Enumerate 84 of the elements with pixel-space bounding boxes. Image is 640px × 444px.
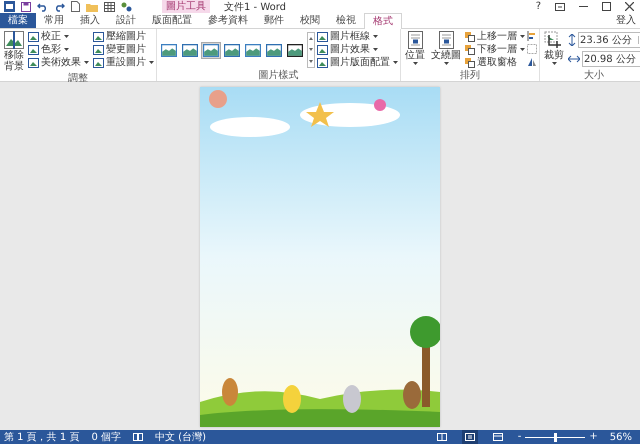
picture-style-thumbnail[interactable] (285, 42, 305, 58)
ribbon-tab[interactable]: 郵件 (256, 13, 292, 28)
adjust-button[interactable]: 美術效果 (28, 56, 89, 69)
zoom-out-button[interactable]: - (518, 430, 522, 444)
image-icon (93, 58, 104, 68)
ribbon-tab[interactable]: 格式 (364, 13, 402, 29)
adjust-button[interactable]: 壓縮圖片 (93, 30, 154, 43)
image-icon (93, 32, 104, 42)
zoom-slider-thumb[interactable] (554, 432, 558, 442)
save-icon[interactable] (21, 2, 31, 12)
width-field[interactable]: 20.98 公分 (582, 51, 640, 67)
group-label: 大小 (583, 70, 605, 81)
view-button[interactable] (462, 430, 478, 444)
shapes-icon[interactable] (121, 2, 132, 12)
ribbon-tab[interactable]: 設計 (108, 13, 144, 28)
crop-button[interactable]: 裁剪 (542, 30, 566, 66)
ribbon-display-icon[interactable] (555, 2, 565, 10)
language-status[interactable]: 中文 (台灣) (155, 430, 206, 444)
picture-style-thumbnail[interactable] (201, 42, 221, 58)
image-icon (28, 58, 39, 68)
image-icon (28, 32, 39, 42)
arrange-button[interactable]: 位置 (403, 30, 427, 66)
group-label: 排列 (459, 70, 481, 81)
ribbon-tab[interactable]: 版面配置 (144, 13, 200, 28)
layers-icon (465, 58, 475, 68)
word-logo-icon[interactable] (4, 1, 15, 12)
book-icon[interactable] (133, 433, 143, 441)
align-icon[interactable] (527, 31, 537, 41)
picture-style-thumbnail[interactable] (243, 42, 263, 58)
rotate-icon[interactable] (527, 57, 537, 67)
adjust-button[interactable]: 色彩 (28, 43, 89, 56)
crop-icon (544, 31, 564, 49)
height-field[interactable]: 23.36 公分 (578, 32, 640, 48)
picture-style-thumbnail[interactable] (264, 42, 284, 58)
ribbon-tab[interactable]: 校閱 (292, 13, 328, 28)
ribbon-tab[interactable]: 檔案 (0, 13, 36, 28)
image-icon (317, 32, 328, 42)
picture-style-thumbnail[interactable] (222, 42, 242, 58)
layers-icon (465, 32, 475, 42)
layers-icon (465, 44, 475, 54)
arrange-button[interactable]: 上移一層 (465, 30, 525, 43)
adjust-button[interactable]: 校正 (28, 30, 89, 43)
arrange-button[interactable]: 選取窗格 (465, 56, 525, 69)
height-icon (568, 34, 576, 46)
window-title: 文件1 - Word (224, 0, 286, 14)
image-icon (317, 44, 328, 54)
zoom-in-button[interactable]: + (589, 430, 598, 444)
arrange-button[interactable]: 下移一層 (465, 43, 525, 56)
picture-format-button[interactable]: 圖片框線 (317, 30, 398, 43)
adjust-button[interactable]: 變更圖片 (93, 43, 154, 56)
zoom-level[interactable]: 56% (610, 432, 636, 442)
page-count[interactable]: 第 1 頁，共 1 頁 (4, 430, 80, 444)
picture-icon (4, 31, 24, 49)
word-count[interactable]: 0 個字 (91, 430, 121, 444)
ribbon-tab[interactable]: 檢視 (328, 13, 364, 28)
table-icon[interactable] (104, 2, 115, 12)
group-label: 調整 (67, 73, 89, 84)
page-icon (408, 31, 422, 49)
picture-format-button[interactable]: 圖片版面配置 (317, 56, 398, 69)
gallery-scroll-icon[interactable] (307, 32, 315, 68)
ribbon-tab[interactable]: 參考資料 (200, 13, 256, 28)
close-icon[interactable] (625, 2, 634, 11)
picture-style-thumbnail[interactable] (180, 42, 200, 58)
page-icon (438, 31, 454, 49)
minimize-icon[interactable] (579, 5, 588, 8)
arrange-button[interactable]: 文繞圖 (429, 30, 463, 66)
maximize-icon[interactable] (602, 2, 611, 11)
group-label: 圖片樣式 (258, 70, 300, 81)
ribbon-tab[interactable]: 插入 (72, 13, 108, 28)
picture-format-button[interactable]: 圖片效果 (317, 43, 398, 56)
help-button[interactable]: ? (536, 1, 541, 12)
adjust-button[interactable]: 重設圖片 (93, 56, 154, 69)
image-icon (28, 44, 39, 54)
image-icon (93, 44, 104, 54)
picture-style-thumbnail[interactable] (159, 42, 179, 58)
undo-icon[interactable] (37, 2, 48, 12)
tool-context-label: 圖片工具 (162, 0, 210, 13)
width-icon (568, 55, 580, 63)
sign-in-link[interactable]: 登入 (616, 13, 640, 28)
remove-background-button[interactable]: 移除背景 (2, 30, 26, 73)
ribbon-tab[interactable]: 常用 (36, 13, 72, 28)
blank-page-icon[interactable] (71, 1, 80, 12)
redo-icon[interactable] (54, 2, 65, 12)
image-icon (317, 58, 328, 68)
